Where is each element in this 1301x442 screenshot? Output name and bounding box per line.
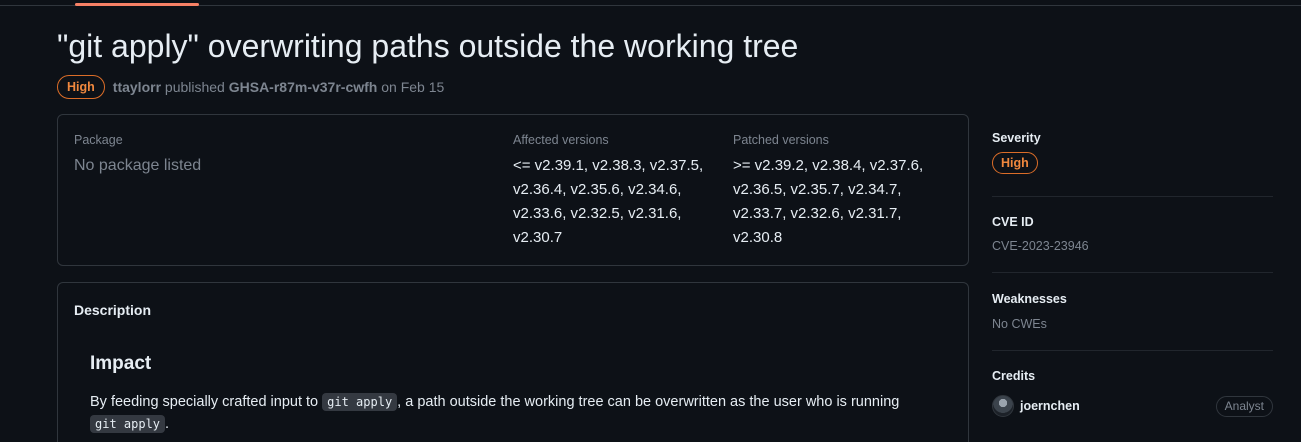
author-link[interactable]: ttaylorr <box>113 79 161 95</box>
impact-heading: Impact <box>90 353 152 374</box>
cve-label: CVE ID <box>992 215 1034 229</box>
advisory-meta: High ttaylorr published GHSA-r87m-v37r-c… <box>57 75 444 99</box>
severity-badge: High <box>57 75 105 99</box>
weaknesses-value: No CWEs <box>992 317 1047 331</box>
tab-bar <box>0 0 1301 6</box>
weaknesses-label: Weaknesses <box>992 292 1067 306</box>
package-value: No package listed <box>74 157 202 174</box>
package-box: Package No package listed Affected versi… <box>57 114 969 266</box>
inline-code: git apply <box>90 415 166 433</box>
credits-section: Credits joernchen Analyst <box>992 369 1273 417</box>
description-box: Description Impact By feeding specially … <box>57 282 969 442</box>
published-date: on Feb 15 <box>381 79 445 95</box>
weaknesses-section: Weaknesses No CWEs <box>992 292 1273 331</box>
advisory-page: "git apply" overwriting paths outside th… <box>0 0 1301 442</box>
sidebar-divider <box>992 350 1273 351</box>
affected-versions-label: Affected versions <box>513 133 609 147</box>
sidebar-divider <box>992 196 1273 197</box>
description-title: Description <box>74 302 152 318</box>
package-label: Package <box>74 133 123 147</box>
page-title: "git apply" overwriting paths outside th… <box>57 28 799 64</box>
sidebar-severity-badge: High <box>992 152 1038 174</box>
ghsa-id-link[interactable]: GHSA-r87m-v37r-cwfh <box>229 79 378 95</box>
credit-username-link[interactable]: joernchen <box>1020 399 1080 413</box>
patched-versions-label: Patched versions <box>733 133 829 147</box>
patched-versions-value: >= v2.39.2, v2.38.4, v2.37.6, v2.36.5, v… <box>733 157 924 246</box>
credits-label: Credits <box>992 369 1036 383</box>
affected-versions-value: <= v2.39.1, v2.38.3, v2.37.5, v2.36.4, v… <box>513 157 704 246</box>
impact-text: By feeding specially crafted input to gi… <box>90 393 900 433</box>
severity-section: Severity High <box>992 131 1273 174</box>
inline-code: git apply <box>322 393 398 411</box>
cve-section: CVE ID CVE-2023-23946 <box>992 215 1273 253</box>
cve-value: CVE-2023-23946 <box>992 239 1089 253</box>
sidebar-divider <box>992 272 1273 273</box>
active-tab-indicator <box>75 3 199 6</box>
published-text: published <box>164 79 225 95</box>
credit-item: joernchen Analyst <box>992 395 1273 417</box>
severity-label: Severity <box>992 131 1041 145</box>
avatar[interactable] <box>992 395 1014 417</box>
credit-role-badge: Analyst <box>1215 395 1273 417</box>
